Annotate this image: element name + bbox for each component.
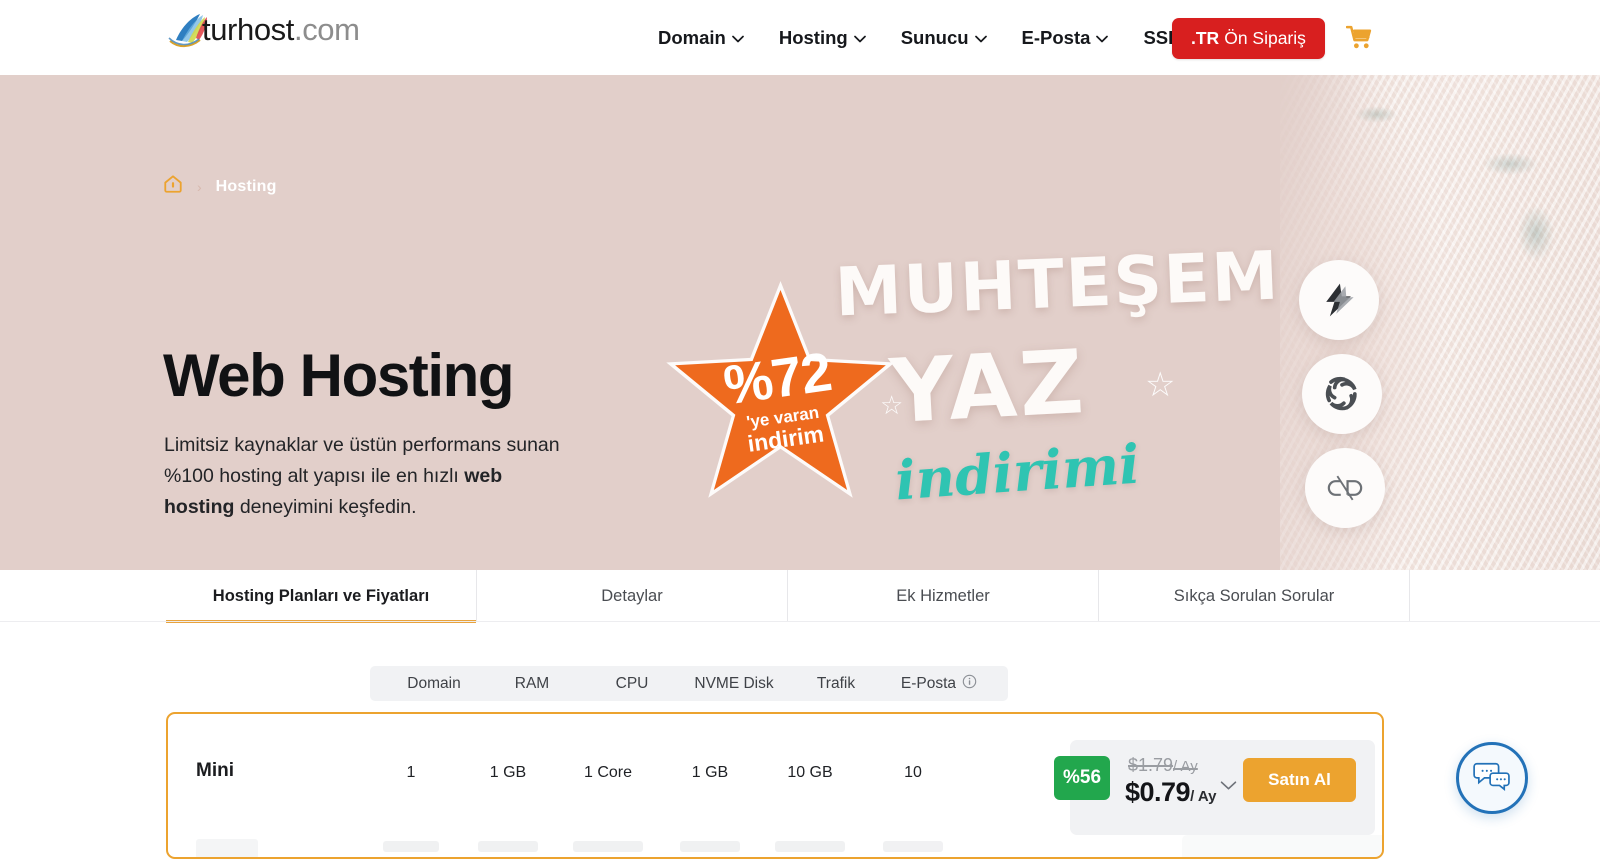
discount-badge: %56 [1054, 756, 1110, 800]
chevron-down-icon [853, 35, 866, 43]
promo-artwork: MUHTEŞEM YAZ indirimi ☆ ☆ %72 'ye varan … [665, 235, 1282, 555]
table-column-headers: Domain RAM CPU NVME Disk Trafik E-Posta [370, 666, 1008, 701]
plan-spec-disk: 1 GB [691, 764, 729, 781]
old-price: $1.79/ Ay [1128, 755, 1198, 776]
promo-word-1: MUHTEŞEM [833, 236, 1282, 332]
nav-item-domain[interactable]: Domain [640, 27, 761, 49]
imunify360-icon [1302, 354, 1382, 434]
breadcrumb-separator: › [197, 178, 202, 195]
page-root: turhost.com Domain Hosting Sunucu E-Post… [0, 0, 1600, 859]
tr-preorder-prefix: .TR [1191, 28, 1220, 48]
old-price-value: $1.79 [1128, 755, 1174, 775]
tab-details[interactable]: Detaylar [477, 570, 788, 622]
buy-button[interactable]: Satın Al [1243, 758, 1356, 802]
current-price: $0.79/ Ay [1125, 777, 1216, 808]
nav-item-label: Sunucu [900, 26, 969, 48]
plan-card-mini[interactable]: Mini 1 1 GB 1 Core 1 GB 10 GB 10 %56 $1.… [166, 712, 1384, 859]
plan-spec-ram: 1 GB [489, 764, 527, 781]
column-header-email-label: E-Posta [900, 674, 957, 692]
chat-bubbles-icon [1473, 760, 1511, 797]
discount-star-badge: %72 'ye varan indirim [666, 281, 895, 505]
tab-label: Hosting Planları ve Fiyatları [212, 586, 430, 605]
nav-item-label: E-Posta [1021, 26, 1091, 48]
nav-item-label: Hosting [778, 26, 848, 48]
column-header-ram: RAM [514, 674, 550, 692]
chat-widget-button[interactable] [1456, 742, 1528, 814]
column-header-traffic: Trafik [816, 674, 856, 692]
current-price-value: $0.79 [1125, 777, 1191, 807]
tr-preorder-button[interactable]: .TR Ön Sipariş [1172, 18, 1325, 59]
tab-faq[interactable]: Sıkça Sorulan Sorular [1099, 570, 1410, 622]
page-title: Web Hosting [163, 342, 515, 409]
site-header: turhost.com Domain Hosting Sunucu E-Post… [0, 0, 1600, 75]
breadcrumb-current[interactable]: Hosting [216, 178, 277, 196]
chevron-down-icon[interactable] [1220, 778, 1237, 796]
tr-preorder-label: Ön Sipariş [1224, 28, 1306, 48]
logo[interactable]: turhost.com [166, 8, 364, 48]
tab-extra-services[interactable]: Ek Hizmetler [788, 570, 1099, 622]
column-header-disk: NVME Disk [694, 674, 774, 692]
hero-subtitle: Limitsiz kaynaklar ve üstün performans s… [164, 430, 564, 523]
litespeed-icon [1299, 260, 1379, 340]
plan-spec-traffic: 10 GB [787, 764, 833, 781]
nav-item-hosting[interactable]: Hosting [761, 27, 883, 49]
tab-label: Detaylar [601, 586, 663, 605]
tab-label: Ek Hizmetler [896, 586, 990, 605]
promo-word-3: indirimi [893, 431, 1142, 513]
nav-item-sunucu[interactable]: Sunucu [883, 27, 1004, 49]
logo-primary: turhost [202, 12, 294, 47]
tech-badge-list [1299, 260, 1385, 528]
tab-bar: Hosting Planları ve Fiyatları Detaylar E… [0, 570, 1600, 623]
hero-section: MUHTEŞEM YAZ indirimi ☆ ☆ %72 'ye varan … [0, 75, 1600, 570]
tab-spacer [0, 570, 166, 622]
tab-hosting-plans[interactable]: Hosting Planları ve Fiyatları [166, 570, 477, 623]
breadcrumb: › Hosting [163, 174, 277, 199]
info-icon[interactable] [962, 674, 977, 694]
column-header-cpu: CPU [615, 674, 649, 692]
tab-label: Sıkça Sorulan Sorular [1173, 586, 1335, 605]
hero-subtitle-part2: deneyimini keşfedin. [234, 496, 417, 518]
plan-name: Mini [196, 760, 234, 781]
decor-star-icon: ☆ [1145, 366, 1176, 404]
column-header-domain: Domain [407, 674, 461, 692]
old-price-period: / Ay [1173, 758, 1198, 775]
logo-text: turhost.com [202, 14, 360, 45]
home-icon[interactable] [163, 174, 183, 199]
plan-spec-email: 10 [904, 764, 922, 781]
next-row-preview [168, 835, 1382, 857]
plan-spec-cpu: 1 Core [583, 764, 633, 781]
promo-word-2: YAZ [887, 329, 1089, 444]
logo-suffix: .com [293, 12, 360, 47]
tab-bar-divider [0, 621, 1600, 622]
table-row: Mini 1 1 GB 1 Core 1 GB 10 GB 10 %56 $1.… [168, 714, 1382, 835]
nav-item-label: Domain [658, 26, 726, 48]
turhost-logo-icon [166, 10, 207, 50]
column-header-email: E-Posta [886, 674, 992, 694]
plan-spec-domain: 1 [406, 764, 416, 781]
shopping-cart-icon[interactable] [1345, 25, 1373, 55]
chevron-down-icon [731, 35, 744, 43]
chevron-down-icon [1096, 35, 1109, 43]
cpanel-icon [1305, 448, 1385, 528]
current-price-period: / Ay [1190, 788, 1217, 805]
chevron-down-icon [974, 35, 987, 43]
nav-item-eposta[interactable]: E-Posta [1004, 27, 1126, 49]
main-nav: Domain Hosting Sunucu E-Posta SSL [640, 0, 1214, 75]
